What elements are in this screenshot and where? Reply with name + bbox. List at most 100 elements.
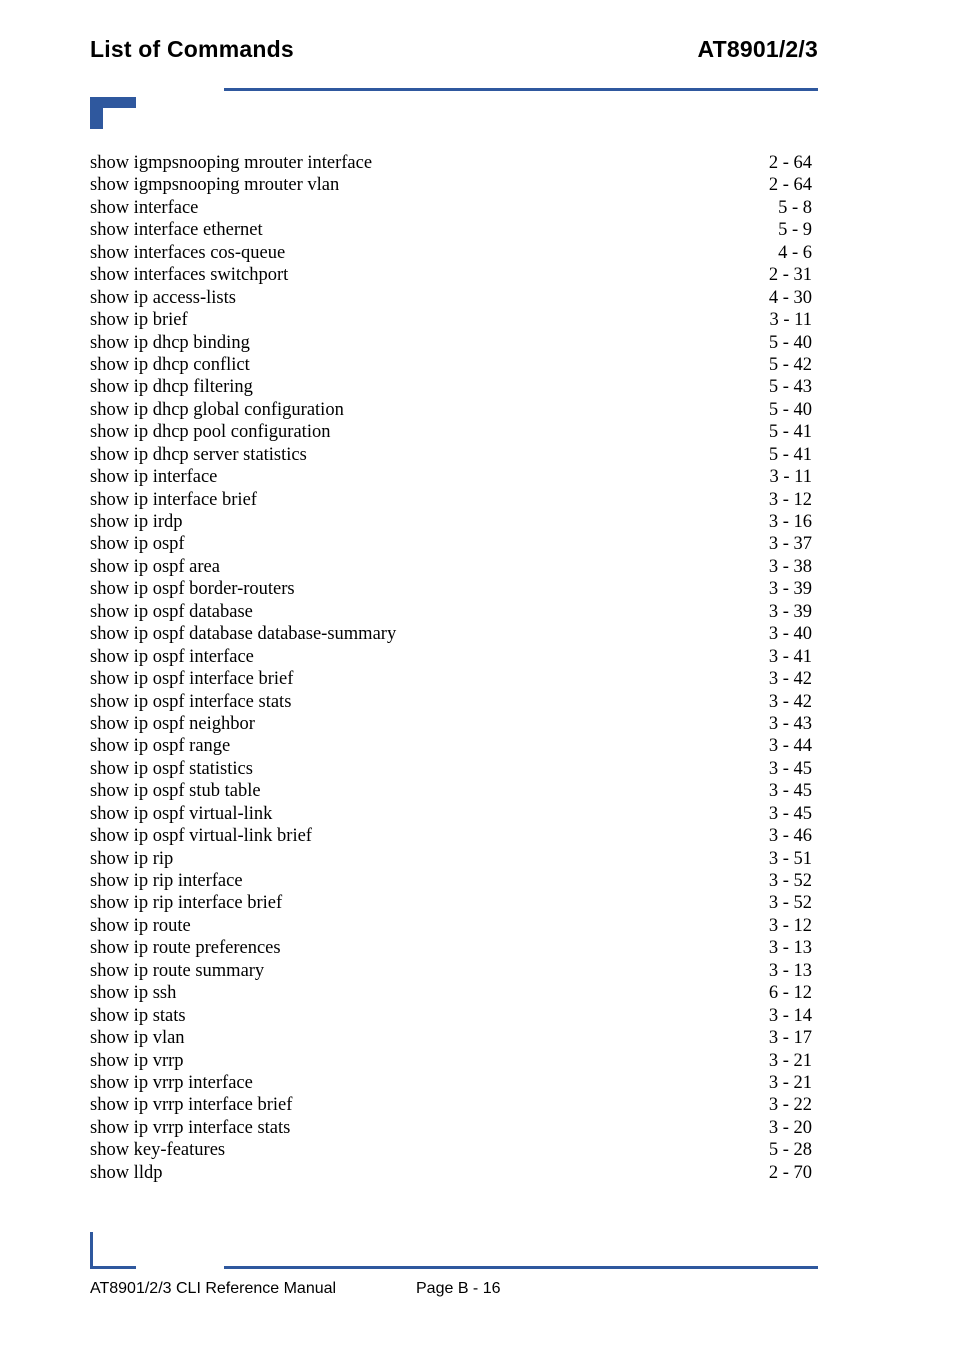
index-entry[interactable]: show ip dhcp conflict 5 - 42: [90, 354, 812, 376]
footer-divider-rule: [224, 1266, 818, 1269]
index-entry[interactable]: show ip vrrp interface 3 - 21: [90, 1072, 812, 1094]
index-entry[interactable]: show ip rip interface 3 - 52: [90, 870, 812, 892]
index-entry[interactable]: show ip dhcp binding 5 - 40: [90, 332, 812, 354]
index-entry-command: show ip ospf range: [90, 736, 231, 757]
index-entry-page-number: 3 - 20: [768, 1117, 812, 1138]
index-entry[interactable]: show ip ospf stub table 3 - 45: [90, 780, 812, 802]
index-entry-page-number: 3 - 21: [768, 1050, 812, 1071]
index-entry[interactable]: show ip vrrp interface stats 3 - 20: [90, 1117, 812, 1139]
index-entry[interactable]: show ip ssh 6 - 12: [90, 982, 812, 1004]
index-entry-command: show ip brief: [90, 310, 188, 331]
index-entry[interactable]: show ip dhcp server statistics 5 - 41: [90, 444, 812, 466]
index-entry-page-number: 3 - 13: [768, 938, 812, 959]
index-entry[interactable]: show ip dhcp global configuration 5 - 40: [90, 399, 812, 421]
index-entry[interactable]: show ip ospf border-routers 3 - 39: [90, 578, 812, 600]
index-entry-command: show ip route preferences: [90, 938, 281, 959]
index-entry[interactable]: show ip ospf virtual-link 3 - 45: [90, 803, 812, 825]
index-entry-command: show ip ospf border-routers: [90, 579, 295, 600]
index-entry-command: show ip vrrp: [90, 1050, 184, 1071]
bracket-horizontal-bar: [90, 1266, 136, 1269]
index-entry[interactable]: show ip ospf interface 3 - 41: [90, 646, 812, 668]
bracket-vertical-bar: [90, 1232, 93, 1269]
index-entry-page-number: 3 - 40: [768, 624, 812, 645]
index-entry-command: show ip dhcp pool configuration: [90, 422, 331, 443]
index-entry[interactable]: show ip ospf statistics 3 - 45: [90, 758, 812, 780]
index-entry-command: show ip vrrp interface: [90, 1072, 253, 1093]
index-entry-page-number: 2 - 70: [768, 1162, 812, 1183]
index-entry-page-number: 4 - 6: [778, 242, 812, 263]
index-entry[interactable]: show ip ospf interface stats 3 - 42: [90, 691, 812, 713]
index-entry[interactable]: show ip ospf area 3 - 38: [90, 556, 812, 578]
index-entry-page-number: 3 - 42: [768, 691, 812, 712]
index-entry[interactable]: show key-features 5 - 28: [90, 1139, 812, 1161]
index-entry[interactable]: show ip ospf 3 - 37: [90, 533, 812, 555]
index-entry[interactable]: show ip vrrp 3 - 21: [90, 1050, 812, 1072]
page-footer: AT8901/2/3 CLI Reference Manual Page B -…: [0, 1276, 954, 1316]
index-entry[interactable]: show interfaces cos-queue 4 - 6: [90, 242, 812, 264]
index-entry[interactable]: show ip ospf database database-summary 3 …: [90, 623, 812, 645]
index-entry[interactable]: show ip irdp 3 - 16: [90, 511, 812, 533]
index-entry[interactable]: show ip ospf database 3 - 39: [90, 601, 812, 623]
top-left-corner-bracket-icon: [90, 97, 136, 129]
index-entry[interactable]: show ip brief 3 - 11: [90, 309, 812, 331]
index-entry[interactable]: show ip rip interface brief 3 - 52: [90, 892, 812, 914]
header-divider-rule: [224, 88, 818, 91]
index-entry[interactable]: show ip route 3 - 12: [90, 915, 812, 937]
page-title: List of Commands: [90, 36, 294, 62]
index-entry[interactable]: show ip ospf neighbor 3 - 43: [90, 713, 812, 735]
index-entry-page-number: 3 - 46: [768, 826, 812, 847]
bracket-vertical-bar: [90, 97, 103, 129]
index-entry-page-number: 3 - 44: [768, 736, 812, 757]
index-entry-command: show ip ospf interface: [90, 646, 254, 667]
bottom-left-corner-bracket-icon: [90, 1232, 136, 1269]
index-entry[interactable]: show ip ospf range 3 - 44: [90, 735, 812, 757]
index-entry-page-number: 3 - 52: [768, 871, 812, 891]
index-entry[interactable]: show ip vrrp interface brief 3 - 22: [90, 1094, 812, 1116]
index-entry-command: show ip dhcp global configuration: [90, 399, 344, 420]
index-entry[interactable]: show lldp 2 - 70: [90, 1162, 812, 1184]
index-entry[interactable]: show interfaces switchport 2 - 31: [90, 264, 812, 286]
index-entry-command: show ip ospf virtual-link: [90, 803, 273, 824]
index-entry-page-number: 5 - 43: [768, 377, 812, 398]
index-entry-page-number: 5 - 9: [778, 220, 812, 241]
index-entry[interactable]: show ip vlan 3 - 17: [90, 1027, 812, 1049]
index-entry-command: show ip rip: [90, 848, 174, 869]
index-entry[interactable]: show ip dhcp filtering 5 - 43: [90, 376, 812, 398]
index-entry[interactable]: show ip interface 3 - 11: [90, 466, 812, 488]
index-entry[interactable]: show ip route preferences 3 - 13: [90, 937, 812, 959]
index-entry-page-number: 3 - 45: [768, 803, 812, 824]
index-entry[interactable]: show ip route summary 3 - 13: [90, 960, 812, 982]
index-entry[interactable]: show ip ospf virtual-link brief 3 - 46: [90, 825, 812, 847]
index-entry-page-number: 2 - 31: [768, 265, 812, 286]
index-entry[interactable]: show ip rip 3 - 51: [90, 848, 812, 870]
index-entry[interactable]: show ip access-lists 4 - 30: [90, 287, 812, 309]
index-entry-command: show ip interface: [90, 467, 218, 488]
index-entry-command: show ip ssh: [90, 983, 177, 1004]
index-entry[interactable]: show interface 5 - 8: [90, 197, 812, 219]
index-entry-page-number: 3 - 22: [768, 1095, 812, 1116]
index-entry-command: show ip ospf database: [90, 601, 253, 622]
index-entry-command: show lldp: [90, 1162, 163, 1183]
index-entry[interactable]: show interface ethernet 5 - 9: [90, 219, 812, 241]
index-entry-page-number: 3 - 16: [768, 512, 812, 532]
index-entry-page-number: 3 - 21: [768, 1072, 812, 1093]
index-entry[interactable]: show ip ospf interface brief 3 - 42: [90, 668, 812, 690]
index-entry[interactable]: show igmpsnooping mrouter vlan 2 - 64: [90, 174, 812, 196]
index-entry-page-number: 3 - 39: [768, 579, 812, 600]
index-entry-command: show ip irdp: [90, 512, 183, 532]
footer-page-number: Page B - 16: [416, 1280, 501, 1297]
index-entry[interactable]: show ip stats 3 - 14: [90, 1005, 812, 1027]
index-entry-command: show ip vlan: [90, 1028, 185, 1049]
index-entry-page-number: 3 - 38: [768, 556, 812, 577]
index-entry[interactable]: show ip dhcp pool configuration 5 - 41: [90, 421, 812, 443]
index-entry-page-number: 3 - 12: [768, 489, 812, 510]
index-entry-command: show interfaces switchport: [90, 265, 289, 286]
index-entry-page-number: 5 - 42: [768, 354, 812, 375]
index-entry[interactable]: show ip interface brief 3 - 12: [90, 489, 812, 511]
index-entry[interactable]: show igmpsnooping mrouter interface 2 - 6…: [90, 152, 812, 174]
index-entry-command: show ip ospf interface brief: [90, 669, 294, 690]
index-entry-page-number: 3 - 41: [768, 646, 812, 667]
index-entry-page-number: 3 - 11: [769, 467, 812, 488]
index-entry-command: show ip ospf interface stats: [90, 691, 292, 712]
index-entry-page-number: 5 - 8: [778, 197, 812, 218]
